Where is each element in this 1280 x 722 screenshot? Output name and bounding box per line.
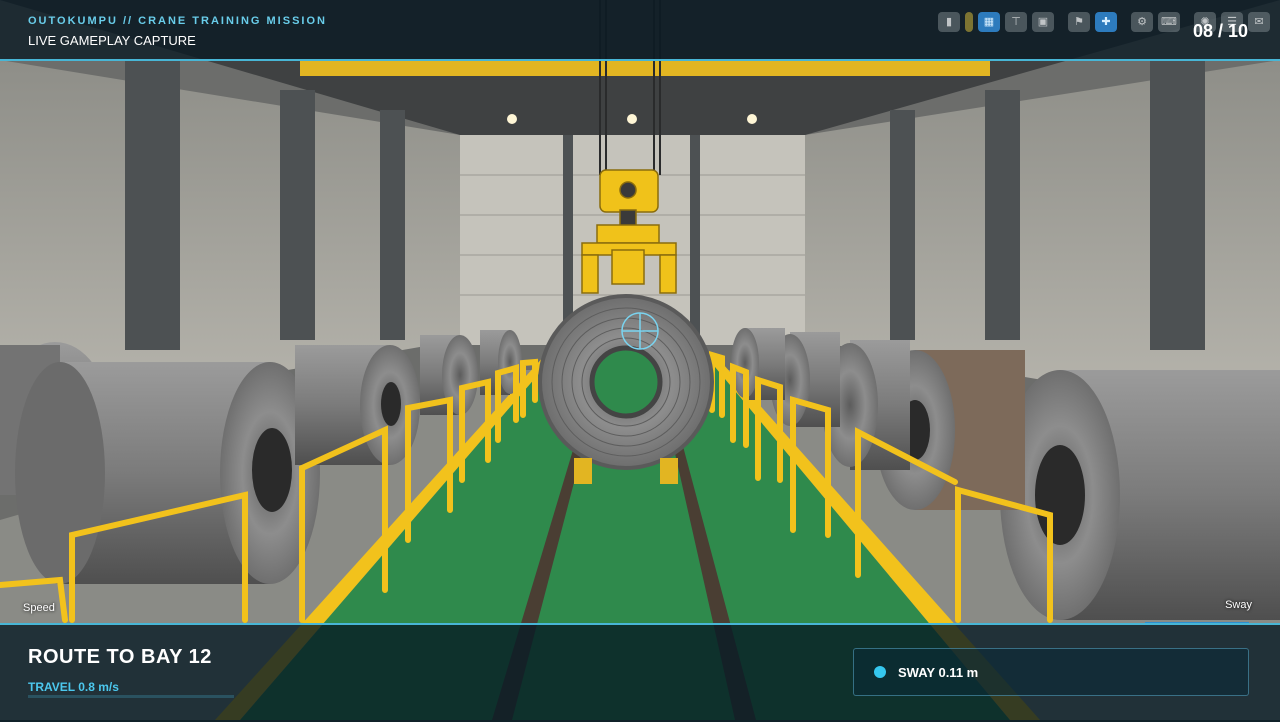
crane-icon[interactable]: ⊤ [1005, 12, 1027, 32]
ceiling-light [627, 114, 637, 124]
speed-gauge-label: Speed [23, 602, 55, 614]
bottom-hud-bar: ROUTE TO BAY 12 TRAVEL 0.8 m/s SWAY 0.11… [0, 623, 1280, 722]
grid-icon[interactable]: ▦ [978, 12, 1000, 32]
travel-progress-track [28, 695, 234, 698]
top-hud-bar: OUTOKUMPU // CRANE TRAINING MISSION LIVE… [0, 0, 1280, 61]
mission-title: ROUTE TO BAY 12 [28, 646, 212, 668]
ceiling-light [507, 114, 517, 124]
sway-readout: SWAY 0.11 m [898, 665, 979, 680]
crane-girder [300, 60, 990, 76]
ceiling-light [747, 114, 757, 124]
status-dot-icon [874, 666, 886, 678]
crosshair-reticle [621, 312, 659, 350]
keyboard-icon[interactable]: ⌨ [1158, 12, 1180, 32]
book-icon[interactable]: ▮ [938, 12, 960, 32]
gear-icon[interactable]: ⚙ [1131, 12, 1153, 32]
toolbar-divider [965, 12, 973, 32]
mission-counter: 08 / 10 [1192, 21, 1248, 41]
chat-icon[interactable]: ✉ [1248, 12, 1270, 32]
screen-icon[interactable]: ▣ [1032, 12, 1054, 32]
capture-subtitle: LIVE GAMEPLAY CAPTURE [28, 33, 196, 48]
brand-title: OUTOKUMPU // CRANE TRAINING MISSION [28, 15, 327, 27]
travel-speed-readout: TRAVEL 0.8 m/s [28, 680, 119, 694]
sway-gauge-label: Sway [1225, 599, 1252, 611]
plus-icon[interactable]: ✚ [1095, 12, 1117, 32]
game-viewport [0, 0, 1280, 720]
sway-status-panel: SWAY 0.11 m [853, 648, 1249, 696]
badge-icon[interactable]: ⚑ [1068, 12, 1090, 32]
